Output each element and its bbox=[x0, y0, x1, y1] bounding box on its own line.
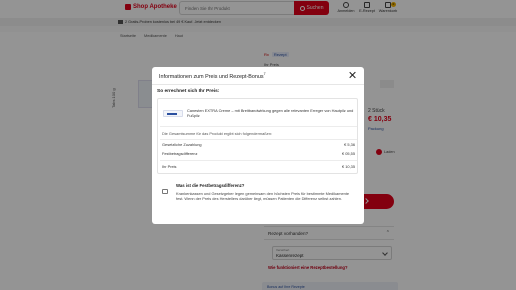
info-title: Was ist die Festbetragsdifferenz? bbox=[176, 183, 245, 188]
calc-intro: Die Gesamtsumme für das Produkt ergibt s… bbox=[162, 131, 273, 136]
price-info-modal: Informationen zum Preis und Rezept-Bonus… bbox=[152, 67, 364, 224]
total-price-label: Ihr Preis bbox=[162, 164, 177, 169]
divider bbox=[160, 139, 357, 140]
modal-subheading: So errechnet sich Ihr Preis: bbox=[157, 89, 220, 94]
total-price-row: Ihr Preis € 10,35 bbox=[162, 164, 355, 169]
product-name: Canesten EXTRA Creme – mit Breitbandwirk… bbox=[187, 108, 354, 118]
info-text: Krankenkassen und Gesetzgeber legen geme… bbox=[176, 191, 350, 202]
price-row-value: € 05,55 bbox=[342, 151, 355, 156]
total-price-value: € 10,35 bbox=[342, 164, 355, 169]
price-row: Gesetzliche Zuzahlung € 5,36 bbox=[162, 142, 355, 147]
price-row-label: Gesetzliche Zuzahlung bbox=[162, 142, 202, 147]
price-row-value: € 5,36 bbox=[344, 142, 355, 147]
modal-title-text: Informationen zum Preis und Rezept-Bonus bbox=[159, 73, 264, 80]
modal-title: Informationen zum Preis und Rezept-Bonus… bbox=[159, 72, 266, 80]
divider bbox=[160, 126, 357, 127]
price-breakdown-box: Canesten EXTRA Creme – mit Breitbandwirk… bbox=[157, 98, 358, 174]
modal-title-footnote: 7 bbox=[263, 72, 266, 76]
price-row: Festbetragsdifferenz € 05,55 bbox=[162, 151, 355, 156]
info-card-icon bbox=[162, 189, 168, 194]
product-image bbox=[163, 110, 183, 117]
close-icon[interactable] bbox=[348, 71, 356, 79]
price-row-label: Festbetragsdifferenz bbox=[162, 151, 198, 156]
modal-divider bbox=[152, 84, 364, 85]
divider bbox=[160, 160, 357, 161]
